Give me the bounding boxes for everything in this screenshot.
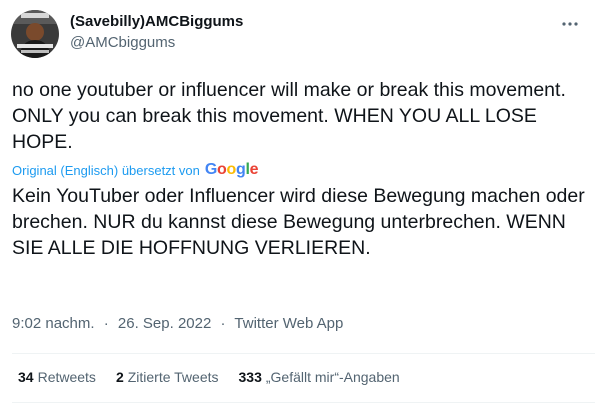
retweets-label: Retweets — [37, 369, 96, 385]
google-logo-letter: o — [226, 161, 237, 178]
author-display-name[interactable]: (Savebilly)AMCBiggums — [70, 13, 243, 30]
meta-separator: · — [220, 315, 226, 332]
likes-stat[interactable]: 333 „Gefällt mir“-Angaben — [239, 369, 400, 385]
quote-tweets-stat[interactable]: 2 Zitierte Tweets — [116, 369, 219, 385]
quotes-count: 2 — [115, 369, 124, 385]
divider — [12, 402, 595, 403]
translation-label[interactable]: Original (Englisch) übersetzt von — [12, 163, 200, 178]
tweet-translated-text: Kein YouTuber oder Influencer wird diese… — [12, 185, 585, 259]
author-handle[interactable]: @AMCbiggums — [70, 34, 175, 51]
tweet-meta: 9:02 nachm. · 26. Sep. 2022 · Twitter We… — [12, 315, 343, 332]
avatar[interactable] — [11, 10, 59, 58]
quotes-label: Zitierte Tweets — [127, 369, 219, 385]
google-logo-letter: g — [235, 161, 246, 178]
google-logo-letter: o — [217, 161, 227, 178]
retweets-count: 34 — [18, 369, 34, 385]
avatar-image — [11, 10, 59, 58]
likes-count: 333 — [238, 369, 262, 385]
tweet-date[interactable]: 26. Sep. 2022 — [118, 315, 211, 332]
divider — [12, 353, 595, 354]
meta-separator: · — [103, 315, 109, 332]
more-button[interactable] — [556, 10, 584, 38]
tweet-source[interactable]: Twitter Web App — [234, 315, 343, 332]
retweets-stat[interactable]: 34 Retweets — [18, 369, 96, 385]
google-logo-letter: e — [249, 161, 259, 178]
google-logo: Google — [204, 161, 259, 179]
tweet-time[interactable]: 9:02 nachm. — [12, 315, 95, 332]
tweet: (Savebilly)AMCBiggums @AMCbiggums no one… — [0, 0, 607, 406]
translation-note: Original (Englisch) übersetzt von Google — [12, 160, 259, 180]
tweet-stats: 34 Retweets 2 Zitierte Tweets 333 „Gefällt … — [18, 369, 420, 385]
more-horizontal-icon — [562, 22, 578, 26]
google-logo-letter: G — [204, 161, 218, 178]
tweet-original-text: no one youtuber or influencer will make … — [12, 79, 566, 153]
likes-label: „Gefällt mir“-Angaben — [265, 369, 400, 385]
